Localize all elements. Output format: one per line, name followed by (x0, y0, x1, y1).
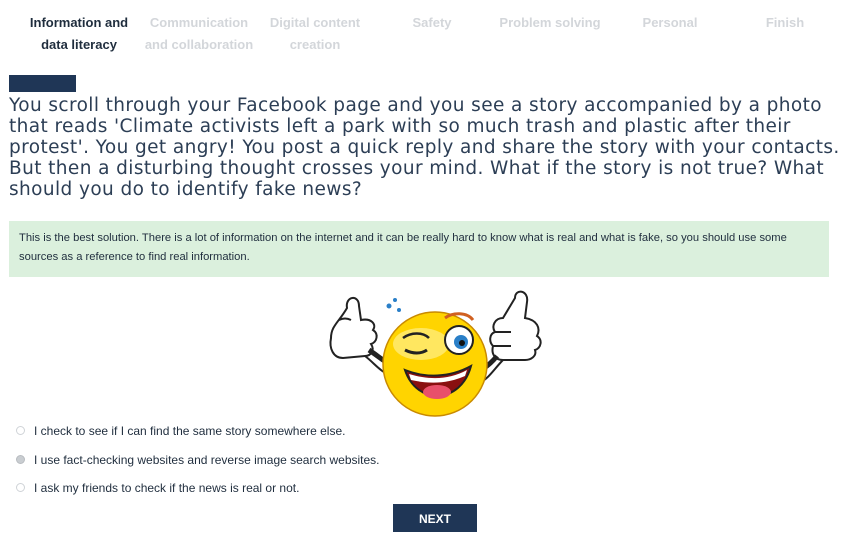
next-button[interactable]: NEXT (393, 504, 477, 532)
tab-label-line2: and collaboration (144, 37, 254, 52)
feedback-text: This is the best solution. There is a lo… (19, 232, 787, 263)
tab-label-line1: Communication (149, 15, 249, 30)
question-text: You scroll through your Facebook page an… (9, 95, 840, 200)
tab-personal[interactable]: Personal (630, 12, 710, 34)
tab-label-line1: Safety (412, 15, 452, 30)
competence-tabs: Information and data literacy Communicat… (20, 12, 840, 56)
left-thumbs-up-icon (329, 297, 388, 375)
tab-problem-solving[interactable]: Problem solving (485, 12, 615, 34)
feedback-box: This is the best solution. There is a lo… (9, 221, 829, 277)
winking-face-icon (382, 298, 488, 417)
radio-button-selected[interactable] (16, 455, 25, 464)
option-label: I ask my friends to check if the news is… (34, 481, 300, 495)
section-marker (9, 75, 76, 92)
right-thumbs-up-icon (480, 290, 542, 383)
tab-information-data-literacy[interactable]: Information and data literacy (20, 12, 138, 56)
answer-option[interactable]: I check to see if I can find the same st… (16, 421, 616, 441)
tab-label-line1: Information and (29, 15, 129, 30)
tab-communication-collaboration[interactable]: Communication and collaboration (140, 12, 258, 56)
radio-button[interactable] (16, 426, 25, 435)
tab-label-line1: Problem solving (499, 15, 601, 30)
answer-option[interactable]: I use fact-checking websites and reverse… (16, 450, 616, 470)
radio-button[interactable] (16, 483, 25, 492)
tab-safety[interactable]: Safety (390, 12, 474, 34)
tab-label-line2: data literacy (41, 37, 117, 52)
option-label: I check to see if I can find the same st… (34, 424, 346, 438)
answer-option[interactable]: I ask my friends to check if the news is… (16, 478, 616, 498)
tab-label-line1: Personal (642, 15, 698, 30)
winking-thumbs-up-emoji-icon (329, 290, 542, 417)
tab-digital-content-creation[interactable]: Digital content creation (258, 12, 372, 56)
tab-finish[interactable]: Finish (750, 12, 820, 34)
tab-label-line2: creation (289, 37, 341, 52)
tab-label-line1: Digital content (269, 15, 361, 30)
tab-label-line1: Finish (765, 15, 805, 30)
option-label: I use fact-checking websites and reverse… (34, 453, 380, 467)
